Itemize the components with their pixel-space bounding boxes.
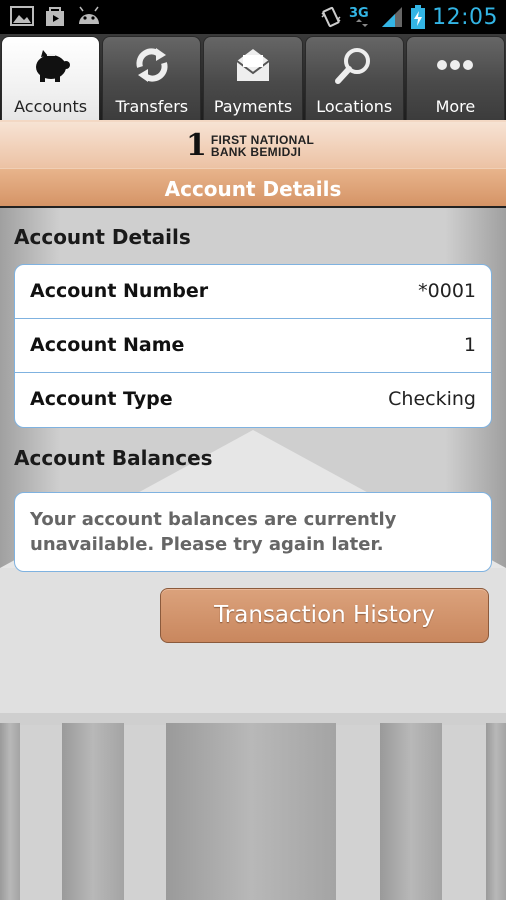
bank-logo-numeral: 1 <box>186 128 207 163</box>
account-name-value: 1 <box>463 334 476 356</box>
envelope-icon <box>231 43 275 87</box>
signal-icon <box>380 5 404 29</box>
tab-label: More <box>435 97 476 116</box>
battery-charging-icon <box>410 4 426 30</box>
account-name-row: Account Name 1 <box>15 319 491 373</box>
transaction-history-label: Transaction History <box>214 602 435 628</box>
tab-label: Locations <box>316 97 393 116</box>
network-3g-icon: 3G <box>348 4 374 30</box>
tab-transfers[interactable]: Transfers <box>102 36 202 120</box>
account-name-label: Account Name <box>30 334 185 356</box>
account-number-label: Account Number <box>30 280 209 302</box>
bank-logo: 1 FIRST NATIONAL BANK BEMIDJI <box>186 131 314 161</box>
account-type-label: Account Type <box>30 388 173 410</box>
balances-unavailable-message: Your account balances are currently unav… <box>30 509 397 555</box>
network-label: 3G <box>349 6 369 21</box>
tab-payments[interactable]: Payments <box>203 36 303 120</box>
account-type-value: Checking <box>388 388 476 410</box>
transfer-arrows-icon <box>130 43 174 87</box>
page-title-bar: Account Details <box>0 168 506 208</box>
page-title: Account Details <box>164 177 342 201</box>
tab-label: Transfers <box>115 97 189 116</box>
account-number-row: Account Number *0001 <box>15 265 491 319</box>
status-bar: 3G 12:05 <box>0 0 506 34</box>
account-balances-heading: Account Balances <box>14 446 213 470</box>
tab-label: Payments <box>213 97 293 116</box>
android-icon <box>76 6 102 26</box>
transaction-history-button[interactable]: Transaction History <box>160 588 489 643</box>
tab-more[interactable]: More <box>405 36 506 120</box>
account-details-card: Account Number *0001 Account Name 1 Acco… <box>14 264 492 428</box>
tab-label: Accounts <box>14 97 88 116</box>
account-type-row: Account Type Checking <box>15 373 491 427</box>
bank-header: 1 FIRST NATIONAL BANK BEMIDJI <box>0 120 506 168</box>
play-store-icon <box>44 5 66 27</box>
tab-accounts[interactable]: Accounts <box>1 36 101 120</box>
account-balances-card: Your account balances are currently unav… <box>14 492 492 572</box>
magnifier-icon <box>332 43 376 87</box>
tab-locations[interactable]: Locations <box>304 36 404 120</box>
main-content: Account Details Account Number *0001 Acc… <box>0 208 506 900</box>
vibrate-icon <box>320 5 342 29</box>
tab-bar: Accounts Transfers Payments Locations Mo… <box>0 34 506 120</box>
account-details-heading: Account Details <box>14 225 191 249</box>
image-icon <box>10 6 34 26</box>
account-number-value: *0001 <box>418 280 476 302</box>
clock-time: 12:05 <box>432 4 498 30</box>
bank-name-line2: BANK BEMIDJI <box>210 145 302 159</box>
piggy-bank-icon <box>29 43 73 87</box>
more-dots-icon <box>433 43 477 87</box>
